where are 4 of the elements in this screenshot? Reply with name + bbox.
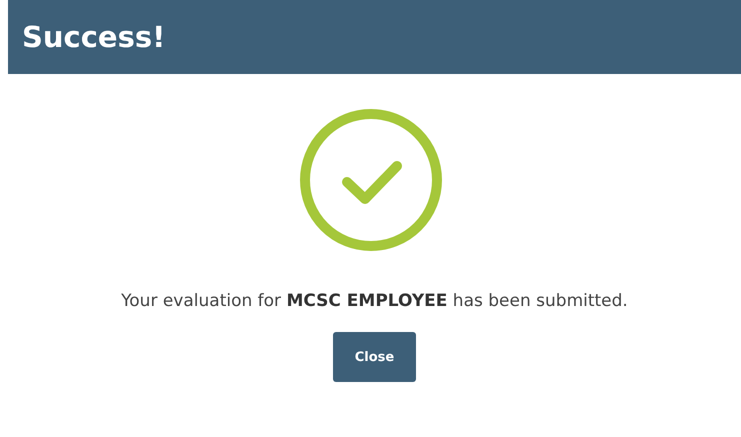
close-button[interactable]: Close [333,332,416,382]
checkmark-circle-icon [298,108,442,252]
dialog-title: Success! [22,20,166,54]
success-message: Your evaluation for MCSC EMPLOYEE has been submitted. [120,290,629,313]
